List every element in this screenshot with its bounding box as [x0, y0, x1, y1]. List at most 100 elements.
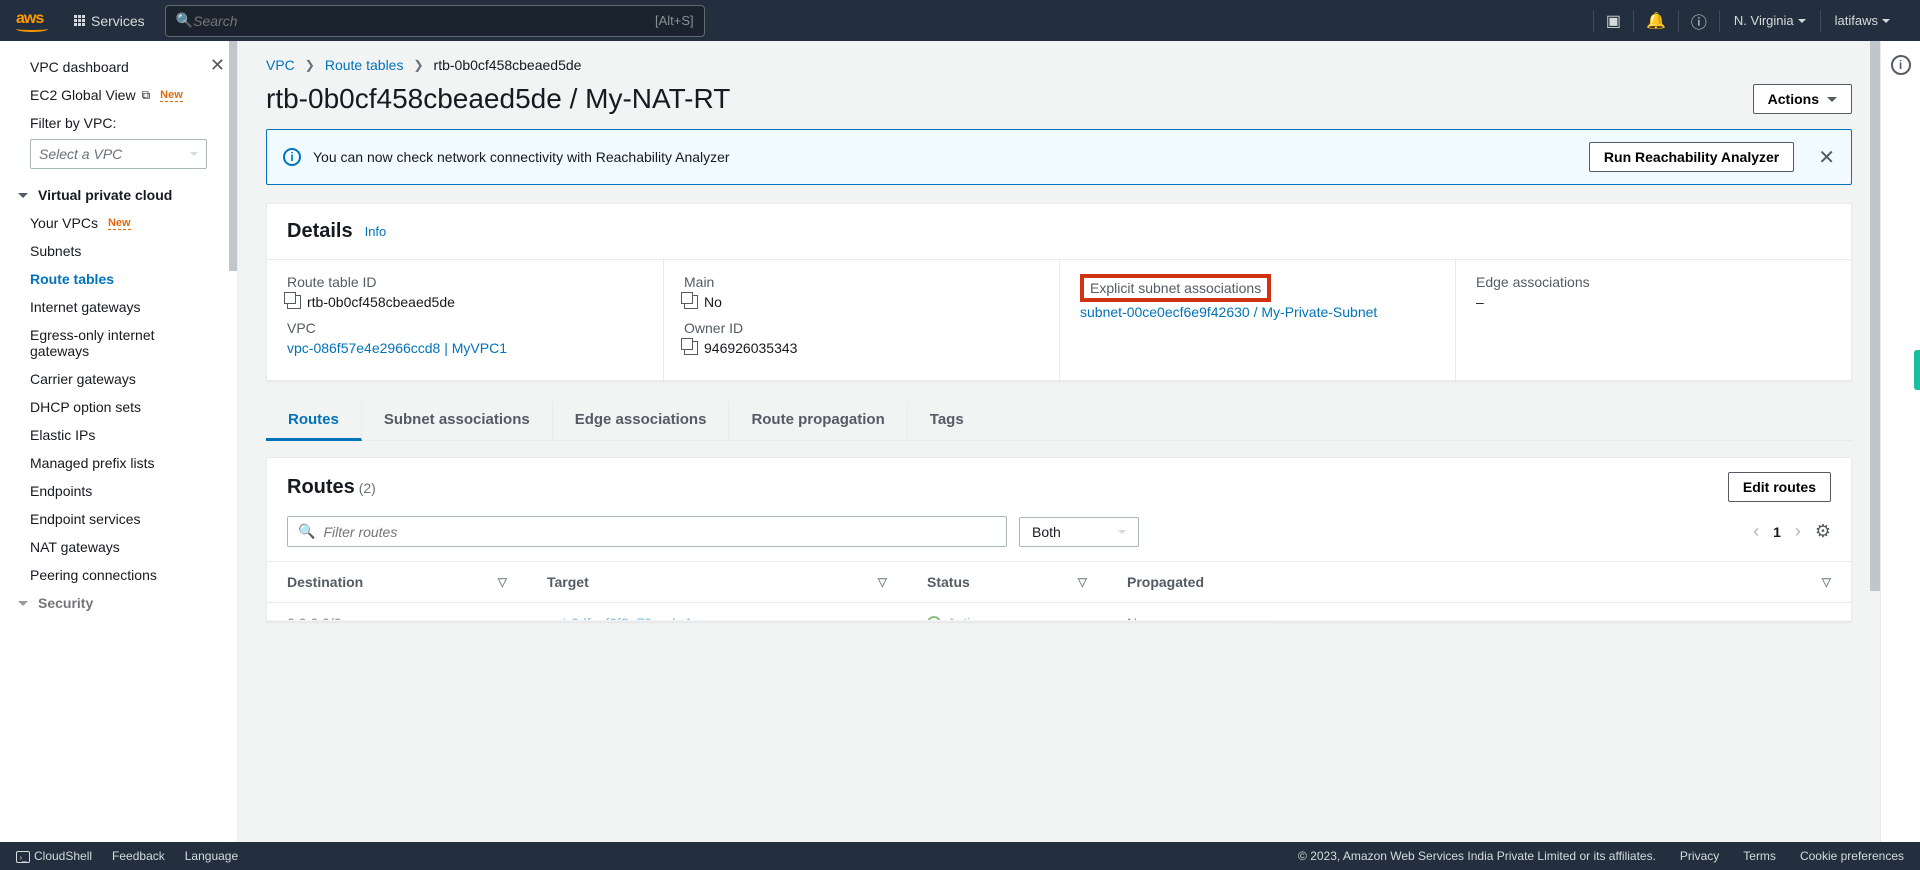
footer-privacy[interactable]: Privacy — [1680, 849, 1719, 863]
tab-edge-associations[interactable]: Edge associations — [553, 401, 730, 440]
new-badge: New — [160, 89, 183, 102]
sidebar-nat-gateways[interactable]: NAT gateways — [0, 533, 237, 561]
sidebar-carrier-gateways[interactable]: Carrier gateways — [0, 365, 237, 393]
chevron-right-icon: ❯ — [305, 58, 315, 72]
pager-next-icon[interactable]: › — [1795, 521, 1801, 542]
copy-icon[interactable] — [684, 341, 698, 355]
cell-status: Active — [907, 603, 1107, 621]
top-nav: aws Services 🔍 [Alt+S] ▣ 🔔 ⓘ N. Virginia… — [0, 0, 1920, 41]
sidebar-close-icon[interactable]: ✕ — [210, 55, 225, 76]
search-input[interactable] — [193, 13, 655, 29]
vpc-label: VPC — [287, 320, 643, 336]
tab-tags[interactable]: Tags — [908, 401, 986, 440]
services-menu[interactable]: Services — [64, 7, 155, 35]
info-panel-toggle-icon[interactable]: i — [1891, 55, 1911, 75]
footer-terms[interactable]: Terms — [1743, 849, 1776, 863]
external-link-icon: ⧉ — [142, 88, 151, 103]
sidebar-section-vpc[interactable]: Virtual private cloud — [0, 181, 237, 209]
footer-cookie-preferences[interactable]: Cookie preferences — [1800, 849, 1904, 863]
sidebar-ec2-global-view[interactable]: EC2 Global View ⧉ New — [0, 81, 237, 109]
explicit-subnet-label: Explicit subnet associations — [1090, 280, 1261, 296]
main-scrollbar[interactable] — [1870, 41, 1880, 591]
tab-subnet-associations[interactable]: Subnet associations — [362, 401, 553, 440]
sort-icon: ▽ — [1078, 575, 1087, 589]
banner-message: You can now check network connectivity w… — [313, 149, 1577, 165]
routes-pager: ‹ 1 › ⚙ — [1753, 521, 1831, 542]
feedback-tab-icon[interactable] — [1914, 350, 1920, 390]
footer-language[interactable]: Language — [185, 849, 238, 863]
vpc-link[interactable]: vpc-086f57e4e2966ccd8 | MyVPC1 — [287, 340, 643, 356]
notifications-icon[interactable]: 🔔 — [1633, 10, 1678, 32]
caret-down-icon — [18, 601, 28, 606]
col-target[interactable]: Target▽ — [527, 562, 907, 602]
table-row: 0.0.0.0/0 nat-0dfcef0f8e70eede4 Active N… — [267, 603, 1851, 621]
explicit-subnet-link[interactable]: subnet-00ce0ecf6e9f42630 / My-Private-Su… — [1080, 304, 1435, 320]
cloudshell-icon[interactable]: ▣ — [1593, 10, 1633, 32]
edge-associations-value: – — [1476, 294, 1831, 310]
filter-routes-wrap[interactable]: 🔍 — [287, 516, 1007, 547]
sidebar-vpc-dashboard[interactable]: VPC dashboard — [0, 53, 237, 81]
routes-title: Routes — [287, 476, 355, 498]
col-status[interactable]: Status▽ — [907, 562, 1107, 602]
sidebar-dhcp-option-sets[interactable]: DHCP option sets — [0, 393, 237, 421]
breadcrumb-current: rtb-0b0cf458cbeaed5de — [434, 57, 582, 73]
pager-prev-icon[interactable]: ‹ — [1753, 521, 1759, 542]
table-header-row: Destination▽ Target▽ Status▽ Propagated▽ — [267, 562, 1851, 603]
routes-filter-select[interactable]: Both — [1019, 517, 1139, 547]
sidebar-endpoints[interactable]: Endpoints — [0, 477, 237, 505]
account-menu[interactable]: latifaws — [1820, 10, 1904, 32]
services-label: Services — [91, 13, 145, 29]
sidebar-section-security[interactable]: Security — [0, 589, 237, 617]
breadcrumb-vpc[interactable]: VPC — [266, 57, 295, 73]
footer-feedback[interactable]: Feedback — [112, 849, 165, 863]
sidebar-item-label: EC2 Global View — [30, 87, 136, 103]
col-propagated[interactable]: Propagated▽ — [1107, 562, 1851, 602]
sidebar-subnets[interactable]: Subnets — [0, 237, 237, 265]
route-table-id-value: rtb-0b0cf458cbeaed5de — [287, 294, 643, 310]
sidebar-scrollbar[interactable] — [229, 41, 237, 271]
vpc-filter-select[interactable]: Select a VPC — [30, 139, 207, 169]
actions-label: Actions — [1768, 91, 1819, 107]
sidebar-egress-only-igw[interactable]: Egress-only internet gateways — [0, 321, 237, 365]
details-info-link[interactable]: Info — [365, 224, 387, 239]
help-icon[interactable]: ⓘ — [1678, 10, 1719, 32]
section-label: Security — [38, 595, 93, 611]
copy-icon[interactable] — [684, 295, 698, 309]
sidebar-your-vpcs[interactable]: Your VPCsNew — [0, 209, 237, 237]
breadcrumb: VPC ❯ Route tables ❯ rtb-0b0cf458cbeaed5… — [266, 57, 1852, 73]
region-selector[interactable]: N. Virginia — [1719, 10, 1820, 32]
caret-down-icon — [18, 193, 28, 198]
filter-routes-input[interactable] — [323, 524, 996, 540]
search-icon: 🔍 — [298, 523, 315, 540]
edit-routes-button[interactable]: Edit routes — [1728, 472, 1831, 502]
settings-gear-icon[interactable]: ⚙ — [1815, 521, 1831, 542]
main-value: No — [684, 294, 1039, 310]
sidebar-peering-connections[interactable]: Peering connections — [0, 561, 237, 589]
breadcrumb-route-tables[interactable]: Route tables — [325, 57, 404, 73]
tab-routes[interactable]: Routes — [266, 401, 362, 441]
search-shortcut-hint: [Alt+S] — [655, 13, 694, 28]
banner-close-icon[interactable]: ✕ — [1818, 145, 1835, 170]
caret-down-icon — [1827, 97, 1837, 102]
caret-down-icon — [1798, 19, 1806, 23]
sidebar-managed-prefix-lists[interactable]: Managed prefix lists — [0, 449, 237, 477]
tab-route-propagation[interactable]: Route propagation — [729, 401, 907, 440]
info-icon: i — [283, 148, 301, 166]
footer-cloudshell[interactable]: ›_CloudShell — [16, 849, 92, 864]
caret-down-icon — [1882, 19, 1890, 23]
actions-button[interactable]: Actions — [1753, 84, 1852, 114]
sidebar-endpoint-services[interactable]: Endpoint services — [0, 505, 237, 533]
sidebar-route-tables[interactable]: Route tables — [0, 265, 237, 293]
run-reachability-button[interactable]: Run Reachability Analyzer — [1589, 142, 1794, 172]
global-search[interactable]: 🔍 [Alt+S] — [165, 5, 705, 37]
aws-logo[interactable]: aws — [16, 10, 48, 32]
sidebar-internet-gateways[interactable]: Internet gateways — [0, 293, 237, 321]
cell-target[interactable]: nat-0dfcef0f8e70eede4 — [527, 603, 907, 621]
col-destination[interactable]: Destination▽ — [267, 562, 527, 602]
cell-propagated: No — [1107, 603, 1851, 621]
sort-icon: ▽ — [878, 575, 887, 589]
sidebar-item-label: Your VPCs — [30, 215, 98, 231]
reachability-banner: i You can now check network connectivity… — [266, 129, 1852, 185]
copy-icon[interactable] — [287, 295, 301, 309]
sidebar-elastic-ips[interactable]: Elastic IPs — [0, 421, 237, 449]
